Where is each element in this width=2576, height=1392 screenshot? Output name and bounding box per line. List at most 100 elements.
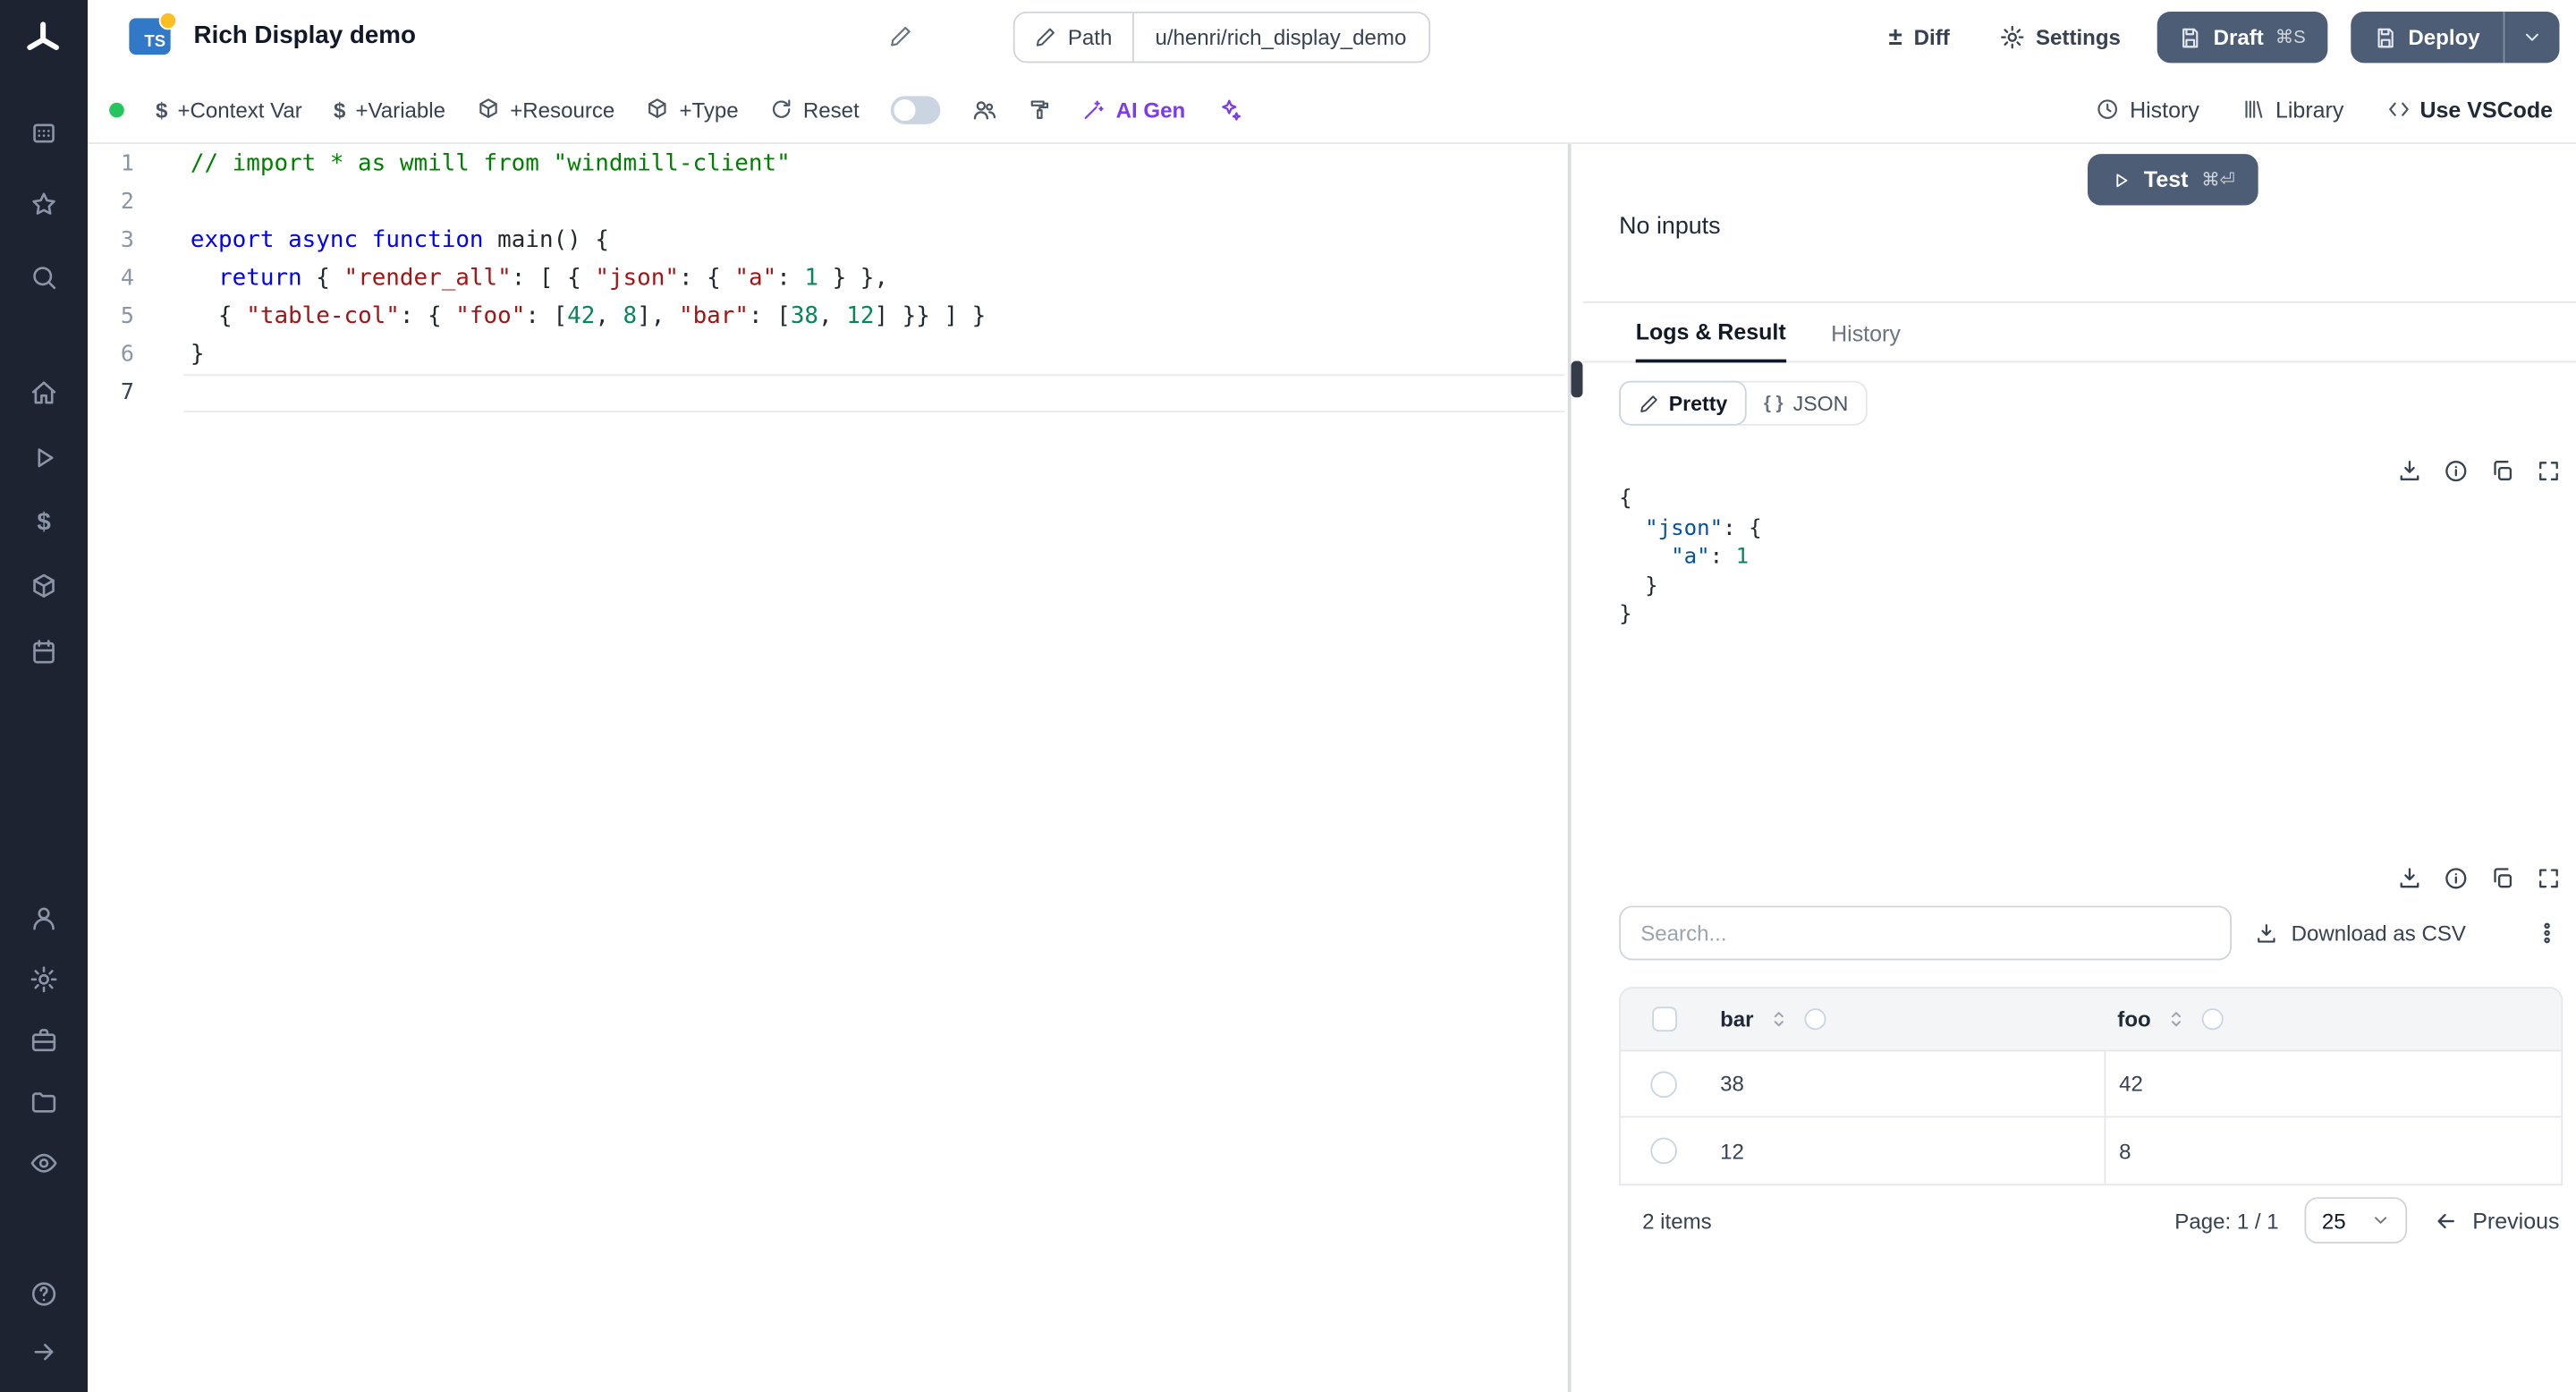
collapse-arrow-icon[interactable] (27, 1335, 62, 1370)
deploy-dropdown-button[interactable] (2503, 11, 2560, 64)
tab-history[interactable]: History (1831, 303, 1901, 363)
workers-briefcase-icon[interactable] (27, 1023, 62, 1058)
format-brush-icon[interactable] (1029, 98, 1052, 121)
arrow-left-icon (2435, 1208, 2460, 1233)
column-header-bar[interactable]: bar (1720, 1006, 1753, 1031)
copy-icon[interactable] (2490, 459, 2515, 484)
code-line: // import * as wmill from "windmill-clie… (190, 150, 791, 178)
table-menu-button[interactable] (2535, 921, 2560, 946)
json-line: "a": 1 (1671, 544, 1750, 570)
path-edit-button[interactable]: Path (1015, 13, 1134, 62)
code-lines: // import * as wmill from "windmill-clie… (191, 146, 1568, 412)
path-value[interactable]: u/henri/rich_display_demo (1133, 13, 1428, 62)
people-icon[interactable] (972, 97, 997, 122)
runs-play-icon[interactable] (27, 440, 62, 475)
resources-cube-icon[interactable] (27, 570, 62, 605)
sparkles-icon[interactable] (1216, 97, 1241, 122)
diff-button[interactable]: ± Diff (1876, 12, 1963, 63)
path-control: Path u/henri/rich_display_demo (1013, 11, 1430, 64)
collab-toggle[interactable] (890, 95, 941, 123)
variables-dollar-icon[interactable]: $ (27, 505, 62, 540)
download-icon[interactable] (2397, 866, 2422, 891)
pane-divider[interactable] (1567, 144, 1572, 1392)
add-resource-button[interactable]: +Resource (477, 97, 614, 122)
table-cell: 12 (1720, 1138, 1744, 1164)
column-toggle[interactable] (2202, 1008, 2224, 1031)
json-line: } (1619, 573, 1658, 599)
line-number: 3 (120, 226, 134, 254)
settings-gear-icon[interactable] (27, 962, 62, 997)
column-toggle[interactable] (1804, 1008, 1826, 1031)
test-button[interactable]: Test ⌘⏎ (2087, 154, 2258, 206)
page-title: Rich Display demo (193, 21, 416, 50)
row-select-checkbox[interactable] (1650, 1137, 1677, 1165)
code-line: } (190, 341, 205, 368)
add-variable-button[interactable]: $ +Variable (334, 97, 445, 122)
dollar-icon: $ (155, 97, 168, 123)
page-info: Page: 1 / 1 (2174, 1208, 2279, 1233)
add-context-var-button[interactable]: $ +Context Var (156, 97, 302, 122)
download-csv-button[interactable]: Download as CSV (2255, 905, 2466, 960)
code-editor[interactable]: 1 2 3 4 5 6 7 // import * as wmill from "windm… (88, 144, 1568, 1392)
help-question-icon[interactable] (27, 1277, 62, 1311)
column-header-foo[interactable]: foo (2117, 1006, 2150, 1031)
info-icon[interactable] (2444, 459, 2469, 484)
select-all-checkbox[interactable] (1651, 1006, 1677, 1032)
topbar: TS Rich Display demo Path u/henri/rich_d… (88, 0, 2576, 75)
draft-button[interactable]: Draft ⌘S (2157, 11, 2327, 64)
ai-gen-button[interactable]: AI Gen (1083, 97, 1185, 122)
previous-page-button[interactable]: Previous (2435, 1208, 2559, 1233)
windmill-logo-icon[interactable] (21, 18, 64, 61)
folders-icon[interactable] (27, 1084, 62, 1119)
home-icon[interactable] (27, 376, 62, 411)
table-cell: 42 (2104, 1051, 2561, 1116)
sort-icon[interactable] (2165, 1008, 2187, 1030)
use-vscode-button[interactable]: Use VSCode (2386, 97, 2553, 122)
add-type-button[interactable]: +Type (646, 97, 739, 122)
expand-icon[interactable] (2537, 866, 2562, 891)
deploy-button[interactable]: Deploy (2351, 12, 2504, 63)
search-icon[interactable] (27, 260, 62, 295)
pen-icon (1639, 394, 1658, 413)
library-icon (2242, 98, 2266, 121)
expand-icon[interactable] (2537, 459, 2562, 484)
search-input[interactable] (1619, 905, 2233, 961)
line-numbers: 1 2 3 4 5 6 7 (88, 146, 154, 412)
row-select-checkbox[interactable] (1650, 1070, 1677, 1098)
download-icon[interactable] (2397, 459, 2422, 484)
deploy-split-button: Deploy (2350, 11, 2560, 64)
draft-shortcut: ⌘S (2275, 28, 2306, 48)
tab-logs-result[interactable]: Logs & Result (1635, 303, 1786, 363)
table-row: 38 42 (1621, 1051, 2562, 1118)
cube-icon (646, 98, 669, 121)
pane-divider-handle[interactable] (1571, 361, 1583, 398)
apps-icon[interactable] (27, 116, 62, 151)
json-line: "json": { (1645, 515, 1762, 541)
audit-eye-icon[interactable] (27, 1146, 62, 1181)
users-person-icon[interactable] (27, 901, 62, 936)
pencil-icon (1035, 27, 1056, 48)
line-number: 2 (120, 189, 134, 216)
schedules-calendar-icon[interactable] (27, 634, 62, 669)
table-actions (2397, 866, 2561, 891)
history-button[interactable]: History (2097, 97, 2199, 122)
vscode-icon (2386, 98, 2410, 121)
result-table: bar foo 38 42 12 8 2 items Page: 1 / 1 2… (1619, 987, 2563, 1255)
reset-button[interactable]: Reset (770, 97, 860, 122)
library-button[interactable]: Library (2242, 97, 2343, 122)
pretty-mode-button[interactable]: Pretty (1619, 380, 1748, 426)
sort-icon[interactable] (1768, 1008, 1790, 1030)
save-icon (2179, 26, 2202, 49)
copy-icon[interactable] (2490, 866, 2515, 891)
json-mode-button[interactable]: { } JSON (1746, 381, 1867, 426)
preview-panel: Test ⌘⏎ No inputs Logs & Result History … (1582, 144, 2576, 1392)
favorites-star-icon[interactable] (27, 187, 62, 222)
info-icon[interactable] (2444, 866, 2469, 891)
braces-icon: { } (1764, 393, 1784, 413)
settings-button[interactable]: Settings (1986, 12, 2133, 63)
page-size-select[interactable]: 25 (2305, 1197, 2409, 1244)
line-number: 4 (120, 265, 134, 292)
edit-title-icon[interactable] (889, 25, 912, 48)
editor-toolbar: $ +Context Var $ +Variable +Resource +Ty… (88, 74, 2576, 145)
